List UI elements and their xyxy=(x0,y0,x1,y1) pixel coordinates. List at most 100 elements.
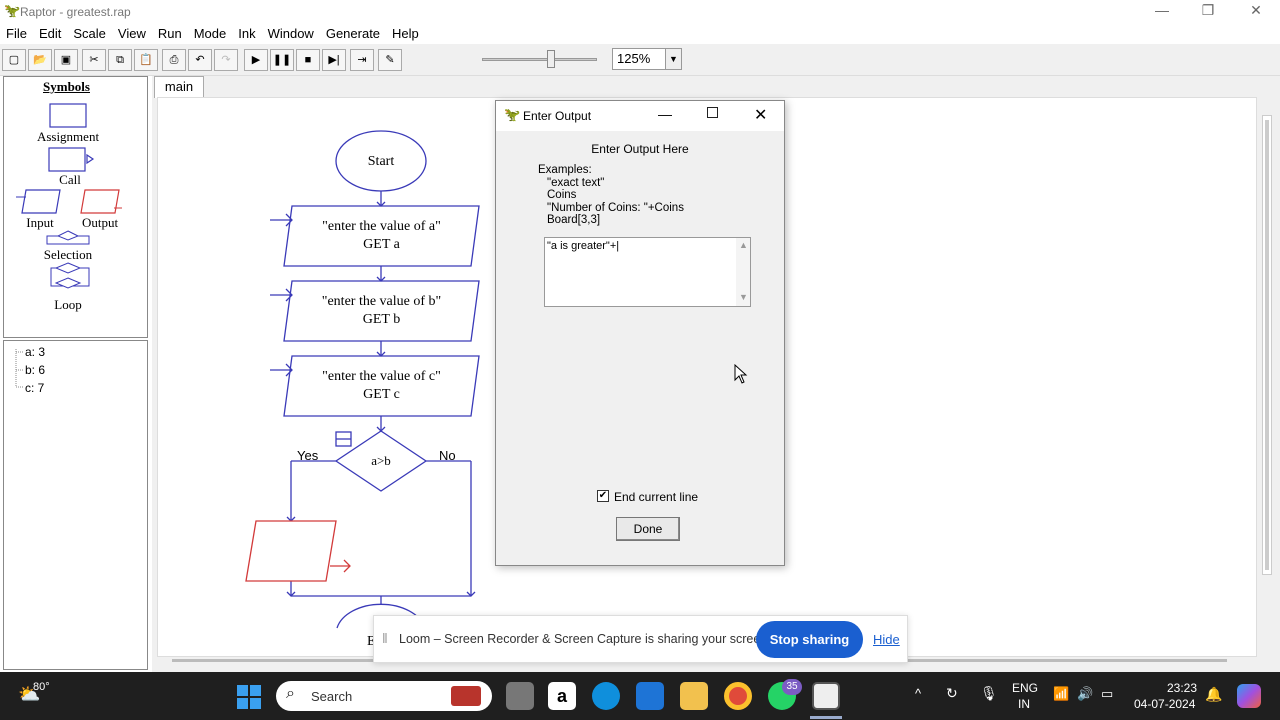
scroll-up-icon[interactable]: ▲ xyxy=(739,240,748,250)
stop-sharing-button[interactable]: Stop sharing xyxy=(756,621,863,658)
enter-output-dialog: 🦖 Enter Output — ✕ Enter Output Here Exa… xyxy=(495,100,785,566)
drag-handle-icon[interactable]: ‖ xyxy=(382,630,388,646)
window-title: Raptor - greatest.rap xyxy=(20,5,131,19)
cut-icon[interactable]: ✂ xyxy=(82,49,106,71)
close-button[interactable]: ✕ xyxy=(1236,2,1276,22)
variable-b[interactable]: b: 6 xyxy=(25,363,45,377)
save-icon[interactable]: ▣ xyxy=(54,49,78,71)
step-icon[interactable]: ▶| xyxy=(322,49,346,71)
chevron-down-icon[interactable]: ▼ xyxy=(665,49,681,69)
variable-a[interactable]: a: 3 xyxy=(25,345,45,359)
mouse-cursor-icon xyxy=(734,364,748,384)
mail-icon[interactable] xyxy=(636,682,664,710)
windows-start-icon[interactable] xyxy=(237,685,261,709)
menu-ink[interactable]: Ink xyxy=(232,24,261,43)
redo-icon[interactable]: ↷ xyxy=(214,49,238,71)
file-explorer-icon[interactable] xyxy=(680,682,708,710)
end-line-checkbox[interactable]: ✔ xyxy=(597,490,609,502)
raptor-icon: 🦖 xyxy=(504,107,521,122)
task-view-icon[interactable] xyxy=(506,682,534,710)
chevron-up-icon[interactable]: ^ xyxy=(915,686,921,701)
notification-bell-icon[interactable]: 🔔 xyxy=(1205,686,1222,703)
start-label[interactable]: Start xyxy=(336,154,426,170)
input-b-block[interactable]: "enter the value of b" GET b xyxy=(284,293,479,329)
scroll-down-icon[interactable]: ▼ xyxy=(739,292,748,302)
pen-icon[interactable]: ✎ xyxy=(378,49,402,71)
variable-c[interactable]: c: 7 xyxy=(25,381,44,395)
print-icon[interactable]: ⎙ xyxy=(162,49,186,71)
symbol-output[interactable]: Output xyxy=(70,215,130,231)
dialog-maximize-button[interactable] xyxy=(707,107,718,118)
volume-icon[interactable]: 🔊 xyxy=(1077,686,1093,702)
region-code[interactable]: IN xyxy=(1018,697,1030,711)
symbol-input[interactable]: Input xyxy=(10,215,70,231)
pause-icon[interactable]: ❚❚ xyxy=(270,49,294,71)
output-value: "a is greater"+| xyxy=(547,240,620,252)
loom-message: Loom – Screen Recorder & Screen Capture … xyxy=(399,632,771,646)
copy-icon[interactable]: ⧉ xyxy=(108,49,132,71)
new-file-icon[interactable]: ▢ xyxy=(2,49,26,71)
speed-slider[interactable] xyxy=(482,58,597,61)
copilot-icon[interactable] xyxy=(1237,684,1261,708)
menu-mode[interactable]: Mode xyxy=(188,24,233,43)
menu-file[interactable]: File xyxy=(0,24,33,43)
done-button[interactable]: Done xyxy=(616,517,680,541)
maximize-button[interactable]: ❐ xyxy=(1188,2,1228,22)
stop-icon[interactable]: ■ xyxy=(296,49,320,71)
symbol-call[interactable]: Call xyxy=(20,172,120,188)
hide-link[interactable]: Hide xyxy=(873,632,900,647)
input-c-block[interactable]: "enter the value of c" GET c xyxy=(284,368,479,404)
amazon-icon[interactable]: a xyxy=(548,682,576,710)
step-into-icon[interactable]: ⇥ xyxy=(350,49,374,71)
search-icon: ⌕ xyxy=(286,685,295,702)
no-label: No xyxy=(439,448,456,463)
examples-label: Examples: xyxy=(538,164,592,176)
chrome-icon[interactable] xyxy=(724,682,752,710)
speed-slider-thumb[interactable] xyxy=(547,50,555,68)
raptor-icon: 🦖 xyxy=(4,3,21,18)
decision-label[interactable]: a>b xyxy=(351,453,411,469)
textbox-scrollbar[interactable]: ▲ ▼ xyxy=(736,238,750,306)
minimize-button[interactable]: — xyxy=(1142,2,1182,22)
menu-edit[interactable]: Edit xyxy=(33,24,67,43)
search-input[interactable]: ⌕ Search xyxy=(276,681,492,711)
input-b-prompt: "enter the value of b" xyxy=(321,294,442,309)
clock-date[interactable]: 04-07-2024 xyxy=(1134,697,1195,711)
symbol-selection[interactable]: Selection xyxy=(18,247,118,263)
edge-icon[interactable] xyxy=(592,682,620,710)
dialog-close-button[interactable]: ✕ xyxy=(754,105,767,125)
menu-help[interactable]: Help xyxy=(386,24,425,43)
microphone-icon[interactable]: 🎙 xyxy=(980,685,998,702)
undo-icon[interactable]: ↶ xyxy=(188,49,212,71)
zoom-select[interactable]: 125% ▼ xyxy=(612,48,682,70)
input-b-get: GET b xyxy=(362,312,401,327)
tab-main[interactable]: main xyxy=(154,76,204,98)
symbol-assignment[interactable]: Assignment xyxy=(18,129,118,145)
play-icon[interactable]: ▶ xyxy=(244,49,268,71)
example-1: "exact text" xyxy=(547,176,605,189)
whatsapp-badge: 35 xyxy=(782,679,802,695)
examples-block: Examples: "exact text" Coins "Number of … xyxy=(538,164,684,227)
menu-scale[interactable]: Scale xyxy=(67,24,112,43)
menu-generate[interactable]: Generate xyxy=(320,24,386,43)
output-textbox[interactable]: "a is greater"+| ▲ ▼ xyxy=(544,237,751,307)
open-folder-icon[interactable]: 📂 xyxy=(28,49,52,71)
symbol-loop[interactable]: Loop xyxy=(18,297,118,313)
paste-icon[interactable]: 📋 xyxy=(134,49,158,71)
zoom-value: 125% xyxy=(617,51,651,66)
example-2: Coins xyxy=(547,189,577,201)
language-code[interactable]: ENG xyxy=(1012,681,1038,695)
wifi-icon[interactable]: 📶 xyxy=(1053,686,1069,702)
menu-view[interactable]: View xyxy=(112,24,152,43)
menu-run[interactable]: Run xyxy=(152,24,188,43)
sync-icon[interactable]: ↻ xyxy=(946,685,958,702)
raptor-taskbar-icon[interactable] xyxy=(812,682,840,710)
clock-time[interactable]: 23:23 xyxy=(1167,681,1197,695)
toolbar: ▢ 📂 ▣ ✂ ⧉ 📋 ⎙ ↶ ↷ ▶ ❚❚ ■ ▶| ⇥ ✎ 125% ▼ xyxy=(0,44,1280,76)
input-a-block[interactable]: "enter the value of a" GET a xyxy=(284,218,479,254)
yes-label: Yes xyxy=(297,448,319,463)
battery-icon[interactable]: ▭ xyxy=(1101,686,1113,702)
menu-window[interactable]: Window xyxy=(262,24,320,43)
vertical-scrollbar-thumb[interactable] xyxy=(1265,120,1269,570)
dialog-minimize-button[interactable]: — xyxy=(658,106,672,122)
